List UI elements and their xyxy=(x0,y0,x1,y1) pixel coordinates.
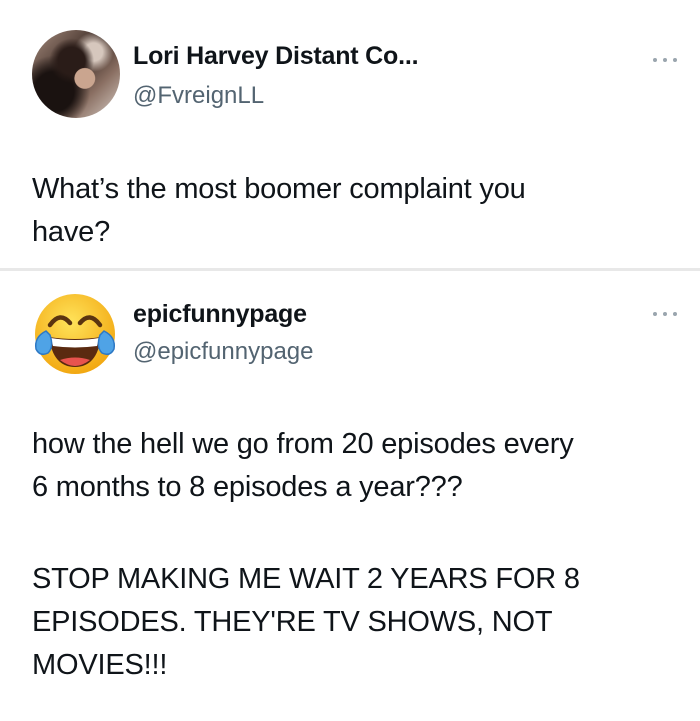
tweet-text-paragraph-2: STOP MAKING ME WAIT 2 YEARS FOR 8 EPISOD… xyxy=(32,563,580,681)
tweet-original: Lori Harvey Distant Co... @FvreignLL Wha… xyxy=(0,0,700,268)
author-name[interactable]: Lori Harvey Distant Co... xyxy=(133,42,419,71)
author-handle[interactable]: @epicfunnypage xyxy=(133,338,314,366)
tweet-text: What’s the most boomer complaint you hav… xyxy=(32,173,526,248)
more-dots-icon[interactable] xyxy=(652,56,678,64)
author-handle[interactable]: @FvreignLL xyxy=(133,82,264,110)
author-avatar[interactable] xyxy=(32,30,120,118)
tweet-reply: epicfunnypage @epicfunnypage how the hel… xyxy=(0,271,700,721)
author-avatar[interactable] xyxy=(32,291,118,377)
tweet-text-paragraph-1: how the hell we go from 20 episodes ever… xyxy=(32,428,574,503)
tears-of-joy-emoji-icon xyxy=(34,294,116,374)
author-name[interactable]: epicfunnypage xyxy=(133,300,307,329)
more-dots-icon[interactable] xyxy=(652,310,678,318)
